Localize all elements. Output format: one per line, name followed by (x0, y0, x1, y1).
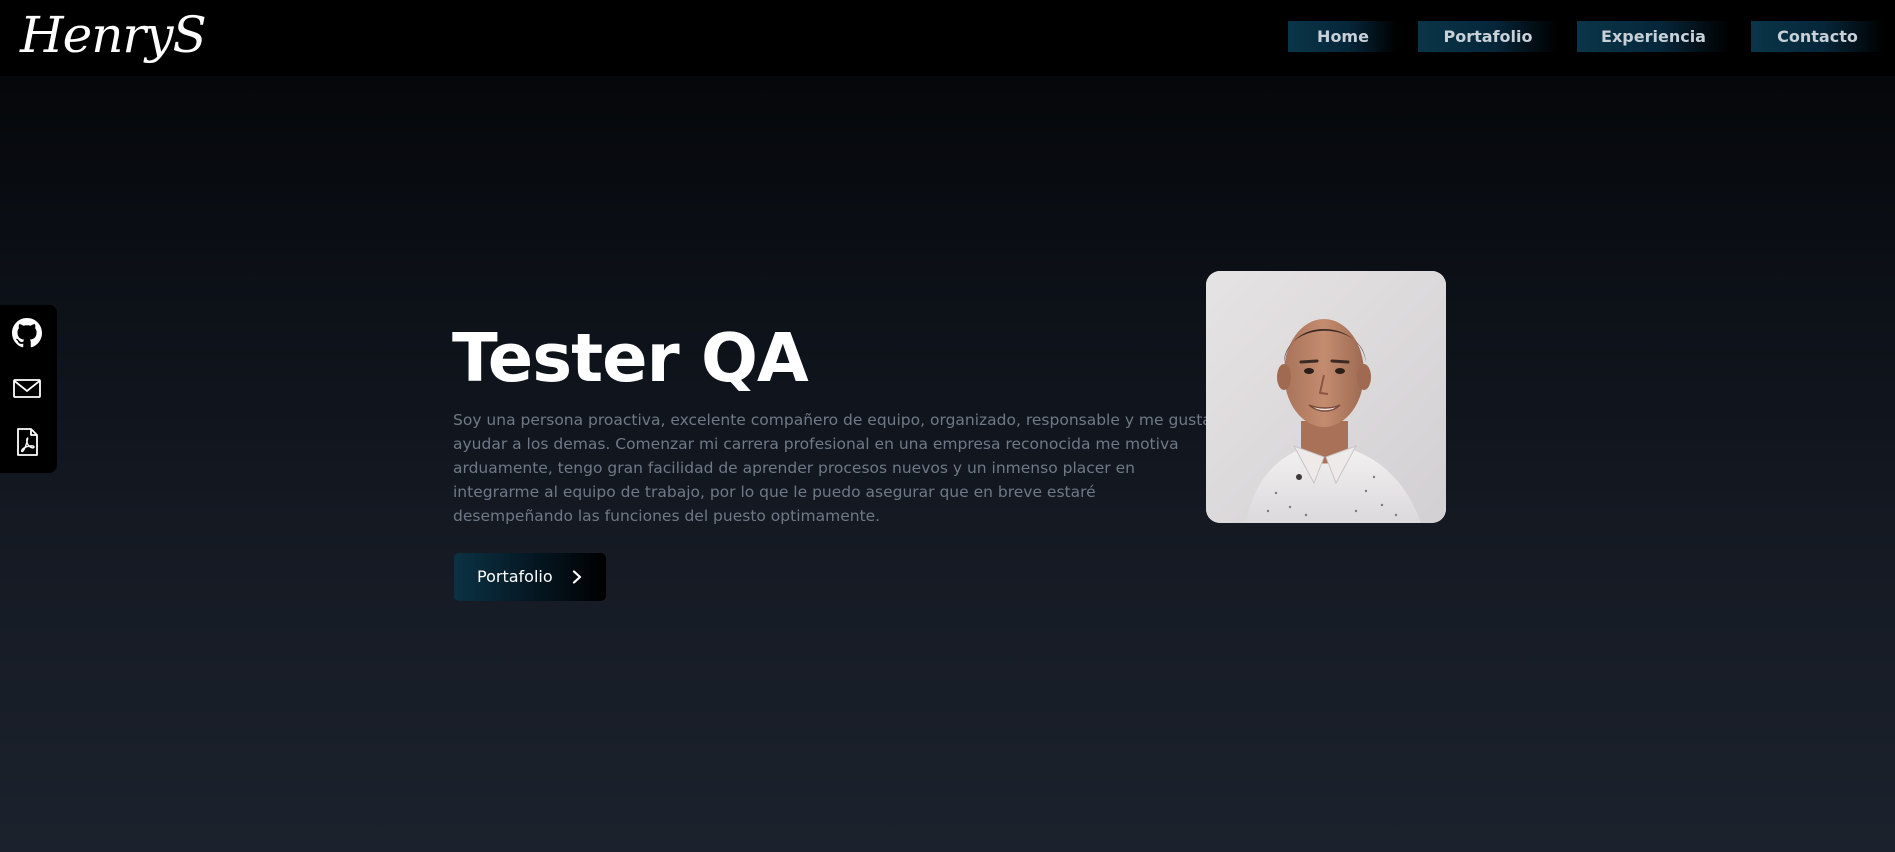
nav-portafolio[interactable]: Portafolio (1418, 21, 1558, 52)
page: HenryS Home Portafolio Experiencia Conta… (0, 0, 1895, 852)
nav-home[interactable]: Home (1288, 21, 1398, 52)
top-navbar: HenryS Home Portafolio Experiencia Conta… (0, 0, 1895, 76)
mail-link[interactable] (12, 373, 42, 403)
hero-bio: Soy una persona proactiva, excelente com… (453, 411, 1212, 525)
logo[interactable]: HenryS (20, 0, 207, 70)
chevron-right-icon (570, 570, 584, 584)
github-icon (12, 318, 42, 348)
hero-title: Tester QA (452, 319, 809, 397)
nav-experiencia[interactable]: Experiencia (1577, 21, 1730, 52)
github-link[interactable] (12, 318, 42, 348)
nav-contacto[interactable]: Contacto (1751, 21, 1884, 52)
cv-pdf-link[interactable] (12, 427, 42, 457)
pdf-icon (17, 428, 38, 456)
profile-photo (1206, 271, 1446, 523)
portafolio-button[interactable]: Portafolio (454, 553, 606, 601)
portafolio-button-label: Portafolio (477, 567, 553, 586)
mail-icon (13, 379, 41, 398)
social-sidebar (0, 305, 57, 473)
